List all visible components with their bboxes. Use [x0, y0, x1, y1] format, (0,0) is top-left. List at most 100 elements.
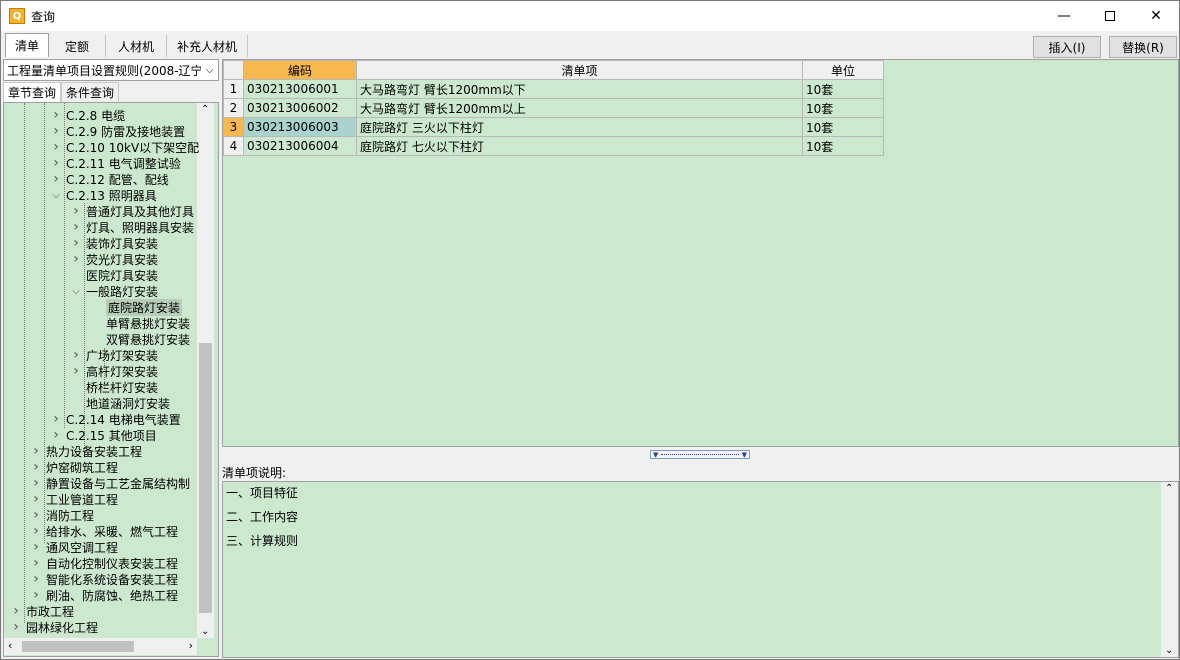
row-number[interactable]: 1	[223, 79, 244, 99]
cell-code[interactable]: 030213006004	[243, 136, 357, 156]
tree-node[interactable]: › 装饰灯具安装	[70, 235, 158, 251]
scroll-down-icon[interactable]: ⌄	[1165, 645, 1173, 656]
chevron-right-icon[interactable]: ›	[30, 523, 42, 539]
tree-scroll-thumb[interactable]	[199, 343, 212, 613]
chevron-down-icon[interactable]: ⌵	[201, 60, 218, 80]
tree-node[interactable]: › C.2.8 电缆	[50, 107, 125, 123]
tree-node[interactable]: › C.2.15 其他项目	[50, 427, 157, 443]
tree-horizontal-scrollbar[interactable]: ‹ ›	[4, 638, 197, 655]
chevron-right-icon[interactable]: ›	[50, 107, 62, 123]
tree-node[interactable]: 桥栏杆灯安装	[70, 379, 158, 395]
tab-qingdan[interactable]: 清单	[5, 33, 50, 57]
tree-node[interactable]: › 普通灯具及其他灯具	[70, 203, 194, 219]
tree-node[interactable]: › 静置设备与工艺金属结构制	[30, 475, 190, 491]
tab-dinge[interactable]: 定额	[49, 35, 107, 57]
chevron-right-icon[interactable]: ›	[50, 411, 62, 427]
minimize-button[interactable]: —	[1041, 1, 1087, 31]
tree-hscroll-thumb[interactable]	[22, 641, 134, 652]
chevron-right-icon[interactable]: ›	[70, 219, 82, 235]
panel-splitter[interactable]: ▼ ▼	[650, 450, 750, 459]
chevron-right-icon[interactable]: ›	[30, 491, 42, 507]
chevron-right-icon[interactable]: ›	[30, 507, 42, 523]
tree-node[interactable]: 地道涵洞灯安装	[70, 395, 170, 411]
chevron-right-icon[interactable]: ›	[50, 123, 62, 139]
scroll-left-icon[interactable]: ‹	[8, 639, 12, 652]
scroll-up-icon[interactable]: ⌃	[201, 104, 209, 115]
tree-node[interactable]: › 荧光灯具安装	[70, 251, 158, 267]
tree-node[interactable]: › 自动化控制仪表安装工程	[30, 555, 178, 571]
chevron-right-icon[interactable]: ›	[30, 475, 42, 491]
tree-node[interactable]: 双臂悬挑灯安装	[90, 331, 190, 347]
tab-buchong-rencaiji[interactable]: 补充人材机	[167, 35, 249, 57]
tree-node[interactable]: › 高杆灯架安装	[70, 363, 158, 379]
tree-node[interactable]: › C.2.10 10kV以下架空配	[50, 139, 199, 155]
chevron-right-icon[interactable]: ›	[30, 459, 42, 475]
row-number[interactable]: 3	[223, 117, 244, 137]
column-header-code[interactable]: 编码	[243, 60, 357, 80]
tree-node[interactable]: › 灯具、照明器具安装	[70, 219, 194, 235]
scroll-up-icon[interactable]: ⌃	[1165, 483, 1173, 494]
table-row[interactable]: 3 030213006003 庭院路灯 三火以下柱灯 10套	[223, 117, 884, 137]
tree-node[interactable]: › C.2.12 配管、配线	[50, 171, 169, 187]
chevron-right-icon[interactable]: ›	[70, 251, 82, 267]
rule-select[interactable]: 工程量清单项目设置规则(2008-辽宁 ⌵	[3, 59, 219, 81]
chevron-right-icon[interactable]: ›	[30, 587, 42, 603]
tab-rencaiji[interactable]: 人材机	[106, 35, 168, 57]
tree-node[interactable]: › 智能化系统设备安装工程	[30, 571, 178, 587]
chevron-right-icon[interactable]: ›	[30, 555, 42, 571]
chevron-right-icon[interactable]: ›	[50, 155, 62, 171]
tree-node[interactable]: 单臂悬挑灯安装	[90, 315, 190, 331]
replace-button[interactable]: 替换(R)	[1109, 36, 1177, 58]
chevron-down-icon[interactable]: ⌵	[50, 190, 62, 201]
tree-node[interactable]: › 通风空调工程	[30, 539, 118, 555]
tree-node[interactable]: ⌵ 一般路灯安装	[70, 283, 158, 299]
tree-node[interactable]: › 刷油、防腐蚀、绝热工程	[30, 587, 178, 603]
scroll-down-icon[interactable]: ⌄	[201, 626, 209, 637]
tree-node[interactable]: › 市政工程	[10, 603, 74, 619]
chevron-right-icon[interactable]: ›	[70, 363, 82, 379]
tree-node[interactable]: › C.2.14 电梯电气装置	[50, 411, 181, 427]
chevron-right-icon[interactable]: ›	[30, 539, 42, 555]
chevron-right-icon[interactable]: ›	[50, 139, 62, 155]
tree-node[interactable]: › 炉窑砌筑工程	[30, 459, 118, 475]
cell-item[interactable]: 大马路弯灯 臂长1200mm以下	[356, 79, 803, 99]
cell-unit[interactable]: 10套	[802, 79, 884, 99]
chevron-right-icon[interactable]: ›	[30, 443, 42, 459]
scroll-right-icon[interactable]: ›	[189, 639, 193, 652]
tree-vertical-scrollbar[interactable]: ⌃ ⌄	[197, 103, 214, 638]
chevron-right-icon[interactable]: ›	[10, 603, 22, 619]
tree-node[interactable]: › 广场灯架安装	[70, 347, 158, 363]
tree-node[interactable]: ⌵ C.2.13 照明器具	[50, 187, 157, 203]
cell-unit[interactable]: 10套	[802, 136, 884, 156]
tree-node[interactable]: › C.2.11 电气调整试验	[50, 155, 181, 171]
tree-node[interactable]: › 园林绿化工程	[10, 619, 98, 635]
cell-unit[interactable]: 10套	[802, 117, 884, 137]
table-row[interactable]: 4 030213006004 庭院路灯 七火以下柱灯 10套	[223, 136, 884, 156]
cell-code[interactable]: 030213006003	[243, 117, 357, 137]
row-number[interactable]: 4	[223, 136, 244, 156]
table-row[interactable]: 2 030213006002 大马路弯灯 臂长1200mm以上 10套	[223, 98, 884, 118]
chevron-right-icon[interactable]: ›	[10, 619, 22, 635]
tree-node[interactable]: › 热力设备安装工程	[30, 443, 142, 459]
close-button[interactable]: ✕	[1133, 1, 1179, 31]
description-scrollbar[interactable]: ⌃ ⌄	[1161, 482, 1178, 657]
tree-node[interactable]: › 消防工程	[30, 507, 94, 523]
chevron-right-icon[interactable]: ›	[70, 203, 82, 219]
cell-item[interactable]: 大马路弯灯 臂长1200mm以上	[356, 98, 803, 118]
cell-unit[interactable]: 10套	[802, 98, 884, 118]
cell-item[interactable]: 庭院路灯 七火以下柱灯	[356, 136, 803, 156]
chevron-right-icon[interactable]: ›	[30, 571, 42, 587]
tree-node[interactable]: 医院灯具安装	[70, 267, 158, 283]
cell-item[interactable]: 庭院路灯 三火以下柱灯	[356, 117, 803, 137]
tree-node[interactable]: 庭院路灯安装	[90, 298, 183, 316]
tree-node[interactable]: › 给排水、采暖、燃气工程	[30, 523, 178, 539]
chevron-right-icon[interactable]: ›	[50, 171, 62, 187]
column-header-unit[interactable]: 单位	[802, 60, 884, 80]
maximize-button[interactable]	[1087, 1, 1133, 31]
column-header-item[interactable]: 清单项	[356, 60, 803, 80]
cell-code[interactable]: 030213006002	[243, 98, 357, 118]
tree-node[interactable]: › 工业管道工程	[30, 491, 118, 507]
chevron-right-icon[interactable]: ›	[50, 427, 62, 443]
tree-node[interactable]: › C.2.9 防雷及接地装置	[50, 123, 185, 139]
cell-code[interactable]: 030213006001	[243, 79, 357, 99]
